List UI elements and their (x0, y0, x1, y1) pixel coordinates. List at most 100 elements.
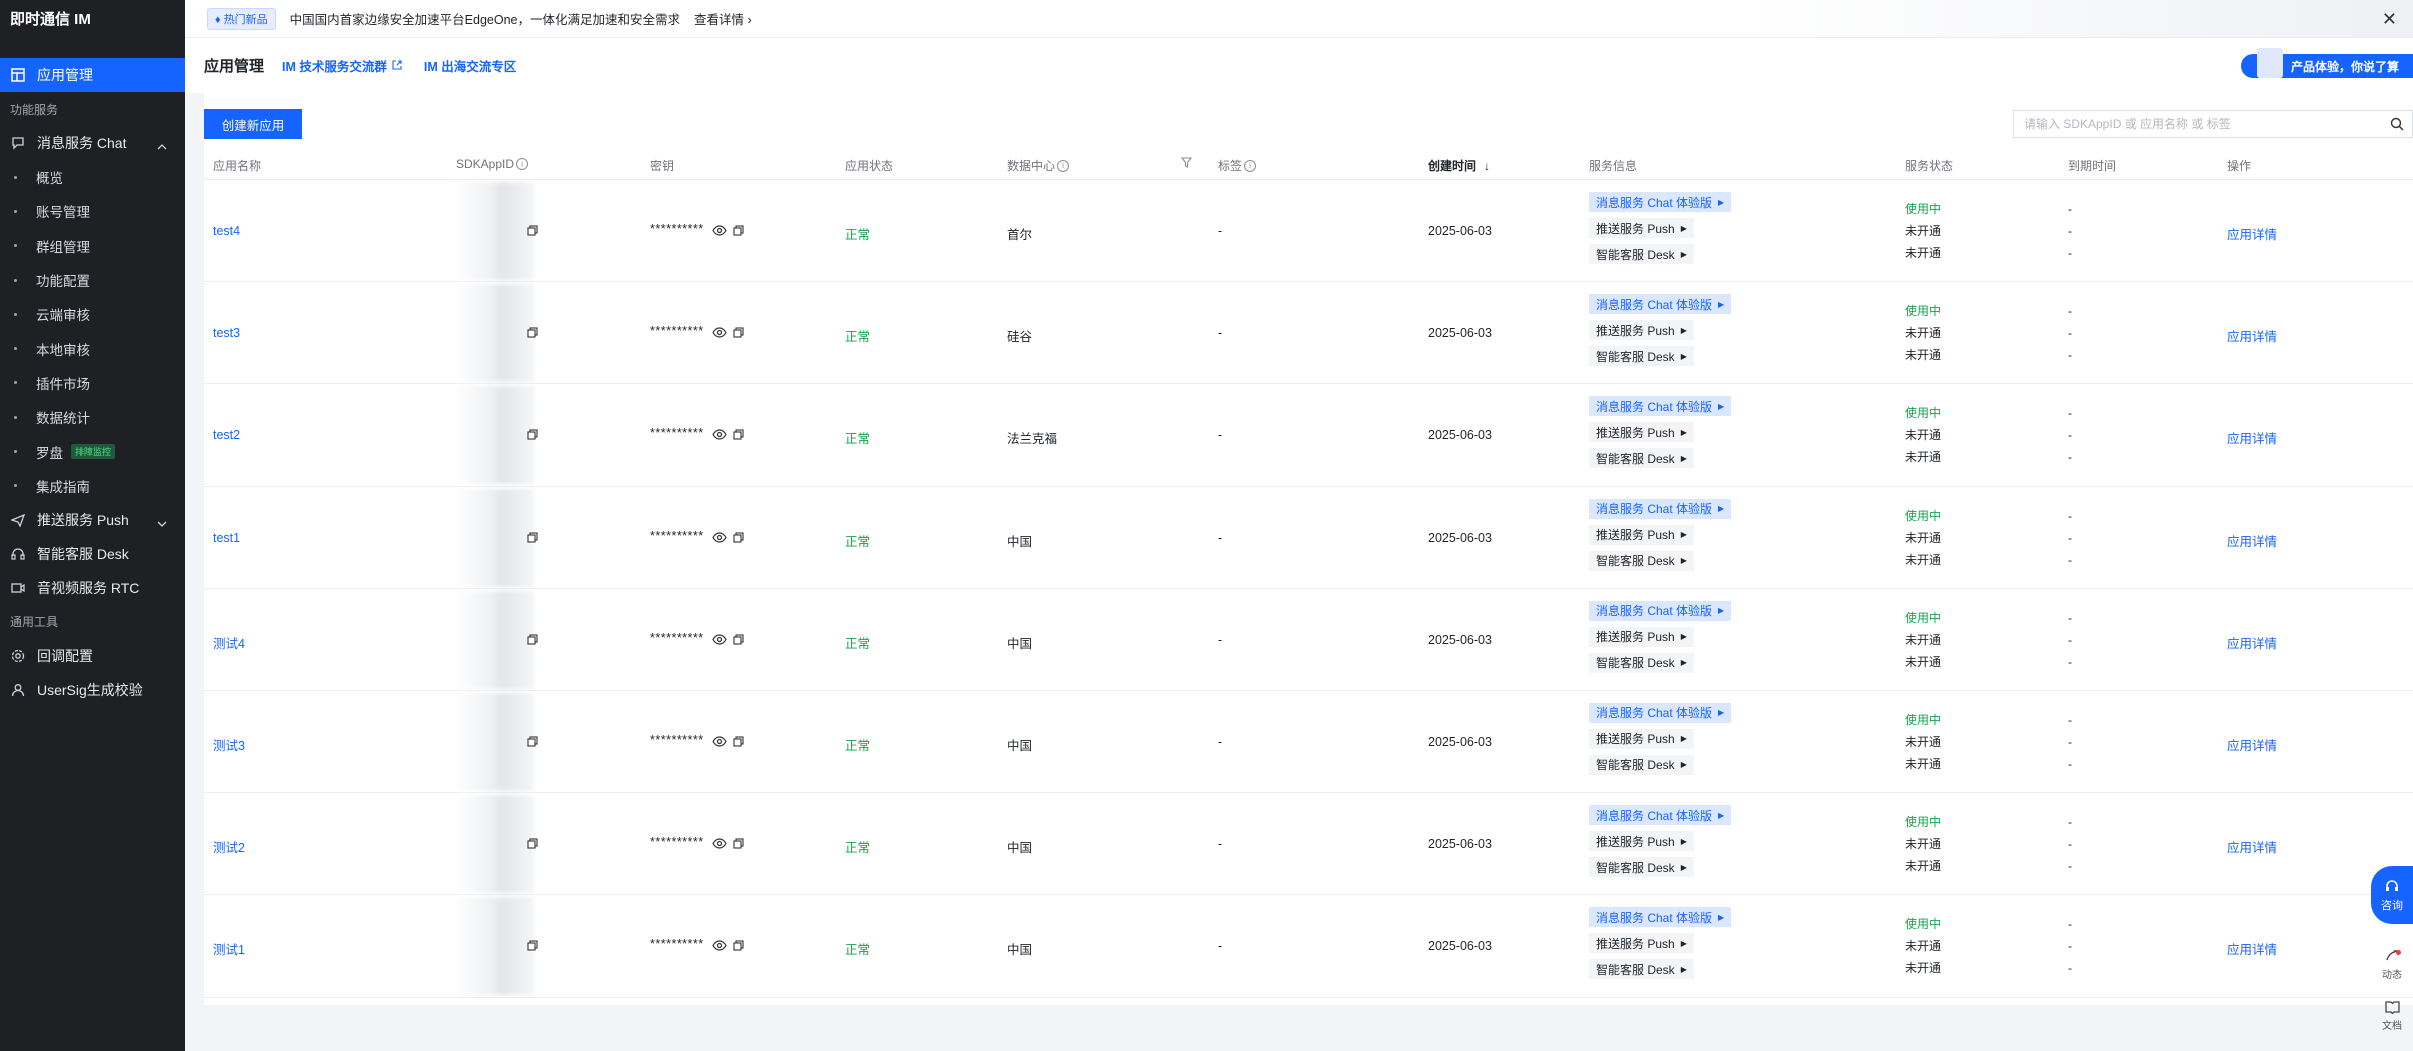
app-name-link[interactable]: test1 (213, 531, 240, 545)
app-detail-link[interactable]: 应用详情 (2227, 633, 2277, 652)
copy-icon[interactable] (527, 838, 538, 852)
app-name-link[interactable]: test2 (213, 428, 240, 442)
search-icon[interactable] (2390, 117, 2404, 134)
info-icon[interactable]: i (516, 158, 529, 170)
app-detail-link[interactable]: 应用详情 (2227, 326, 2277, 345)
service-button[interactable]: 推送服务 Push ▶ (1589, 320, 1694, 341)
service-button[interactable]: 智能客服 Desk ▶ (1589, 244, 1694, 264)
sidebar-item-accounts[interactable]: 账号管理 (0, 194, 185, 228)
banner-detail-link[interactable]: 查看详情 › (694, 9, 752, 28)
copy-icon[interactable] (527, 736, 538, 750)
eye-icon[interactable] (712, 327, 727, 341)
service-button[interactable]: 智能客服 Desk ▶ (1589, 754, 1694, 775)
app-detail-link[interactable]: 应用详情 (2227, 224, 2277, 243)
sidebar-item-overview[interactable]: 概览 (0, 160, 185, 194)
copy-icon[interactable] (733, 838, 744, 852)
app-name-link[interactable]: 测试3 (213, 735, 245, 754)
copy-icon[interactable] (527, 225, 538, 239)
docs-button[interactable]: 文档 (2371, 992, 2413, 1040)
eye-icon[interactable] (712, 940, 727, 954)
sidebar-item-usersig[interactable]: UserSig生成校验 (0, 673, 185, 707)
close-icon[interactable]: ✕ (2382, 9, 2397, 30)
app-name-link[interactable]: 测试1 (213, 939, 245, 958)
app-name-link[interactable]: test3 (213, 326, 240, 340)
sidebar-item-compass[interactable]: 罗盘 排障监控 (0, 434, 185, 468)
sidebar-item-local-review[interactable]: 本地审核 (0, 331, 185, 365)
hot-tag: ♦ 热门新品 (207, 7, 276, 30)
eye-icon[interactable] (712, 225, 727, 239)
sidebar-group-push[interactable]: 推送服务 Push (0, 503, 185, 537)
sidebar-group-chat[interactable]: 消息服务 Chat (0, 126, 185, 160)
copy-icon[interactable] (733, 634, 744, 648)
app-name-link[interactable]: 测试2 (213, 837, 245, 856)
service-button[interactable]: 智能客服 Desk ▶ (1589, 346, 1694, 367)
service-button[interactable]: 智能客服 Desk ▶ (1589, 857, 1694, 878)
service-button[interactable]: 推送服务 Push ▶ (1589, 422, 1694, 443)
copy-icon[interactable] (527, 634, 538, 648)
consult-button[interactable]: 咨询 (2371, 866, 2413, 924)
eye-icon[interactable] (712, 736, 727, 750)
service-button[interactable]: 消息服务 Chat 体验版 ▶ (1589, 702, 1732, 723)
copy-icon[interactable] (733, 429, 744, 443)
service-button[interactable]: 消息服务 Chat 体验版 ▶ (1589, 805, 1732, 826)
sidebar-item-plugins[interactable]: 插件市场 (0, 366, 185, 400)
eye-icon[interactable] (712, 531, 727, 546)
sidebar-item-callback[interactable]: 回调配置 (0, 639, 185, 673)
service-button[interactable]: 推送服务 Push ▶ (1589, 933, 1694, 954)
sidebar-item-groups[interactable]: 群组管理 (0, 229, 185, 263)
service-button[interactable]: 消息服务 Chat 体验版 ▶ (1589, 498, 1732, 519)
app-detail-link[interactable]: 应用详情 (2227, 939, 2277, 958)
app-detail-link[interactable]: 应用详情 (2227, 837, 2277, 856)
service-button[interactable]: 消息服务 Chat 体验版 ▶ (1589, 294, 1732, 315)
sidebar-item-stats[interactable]: 数据统计 (0, 400, 185, 434)
create-app-button[interactable]: 创建新应用 (204, 109, 302, 139)
service-button[interactable]: 智能客服 Desk ▶ (1589, 652, 1694, 673)
app-detail-link[interactable]: 应用详情 (2227, 428, 2277, 447)
service-button[interactable]: 智能客服 Desk ▶ (1589, 448, 1694, 469)
app-name-link[interactable]: test4 (213, 224, 240, 238)
sidebar-item-features[interactable]: 功能配置 (0, 263, 185, 297)
overseas-link[interactable]: IM 出海交流专区 (424, 56, 516, 75)
app-detail-link[interactable]: 应用详情 (2227, 531, 2277, 550)
service-button[interactable]: 消息服务 Chat 体验版 ▶ (1589, 396, 1732, 417)
service-button[interactable]: 智能客服 Desk ▶ (1589, 550, 1694, 571)
service-button[interactable]: 智能客服 Desk ▶ (1589, 959, 1694, 980)
service-button[interactable]: 消息服务 Chat 体验版 ▶ (1589, 907, 1732, 928)
service-button[interactable]: 推送服务 Push ▶ (1589, 218, 1694, 238)
sidebar-item-cloud-review[interactable]: 云端审核 (0, 297, 185, 331)
copy-icon[interactable] (733, 225, 744, 239)
copy-icon[interactable] (733, 327, 744, 341)
copy-icon[interactable] (733, 940, 744, 954)
tech-group-link[interactable]: IM 技术服务交流群 (282, 56, 402, 75)
search-input[interactable] (2024, 117, 2384, 131)
service-button[interactable]: 推送服务 Push ▶ (1589, 524, 1694, 545)
copy-icon[interactable] (733, 532, 744, 546)
copy-icon[interactable] (527, 940, 538, 954)
app-detail-link[interactable]: 应用详情 (2227, 735, 2277, 754)
eye-icon[interactable] (712, 634, 727, 648)
service-button[interactable]: 推送服务 Push ▶ (1589, 831, 1694, 852)
service-button[interactable]: 消息服务 Chat 体验版 ▶ (1589, 600, 1732, 621)
service-button[interactable]: 推送服务 Push ▶ (1589, 626, 1694, 647)
info-icon[interactable]: i (1057, 159, 1070, 172)
copy-icon[interactable] (527, 532, 538, 546)
copy-icon[interactable] (527, 429, 538, 443)
sidebar-item-rtc[interactable]: 音视频服务 RTC (0, 571, 185, 605)
copy-icon[interactable] (527, 327, 538, 341)
filter-icon[interactable] (1181, 157, 1192, 168)
eye-icon[interactable] (712, 838, 727, 852)
sidebar-item-guide[interactable]: 集成指南 (0, 469, 185, 503)
service-button[interactable]: 推送服务 Push ▶ (1589, 728, 1694, 749)
info-icon[interactable]: i (1244, 159, 1257, 172)
promo-banner[interactable]: 产品体验，你说了算 (2240, 48, 2413, 79)
col-created[interactable]: 创建时间 ↓ (1428, 157, 1490, 174)
col-service-info: 服务信息 (1589, 159, 1638, 173)
dynamic-button[interactable]: 动态 (2371, 940, 2413, 988)
service-button[interactable]: 消息服务 Chat 体验版 ▶ (1589, 192, 1732, 212)
copy-icon[interactable] (733, 736, 744, 750)
app-name-link[interactable]: 测试4 (213, 633, 245, 652)
eye-icon[interactable] (712, 429, 727, 443)
expire-line: - (2068, 304, 2072, 319)
sidebar-item-desk[interactable]: 智能客服 Desk (0, 537, 185, 571)
sidebar-item-app-management[interactable]: 应用管理 (0, 58, 185, 92)
